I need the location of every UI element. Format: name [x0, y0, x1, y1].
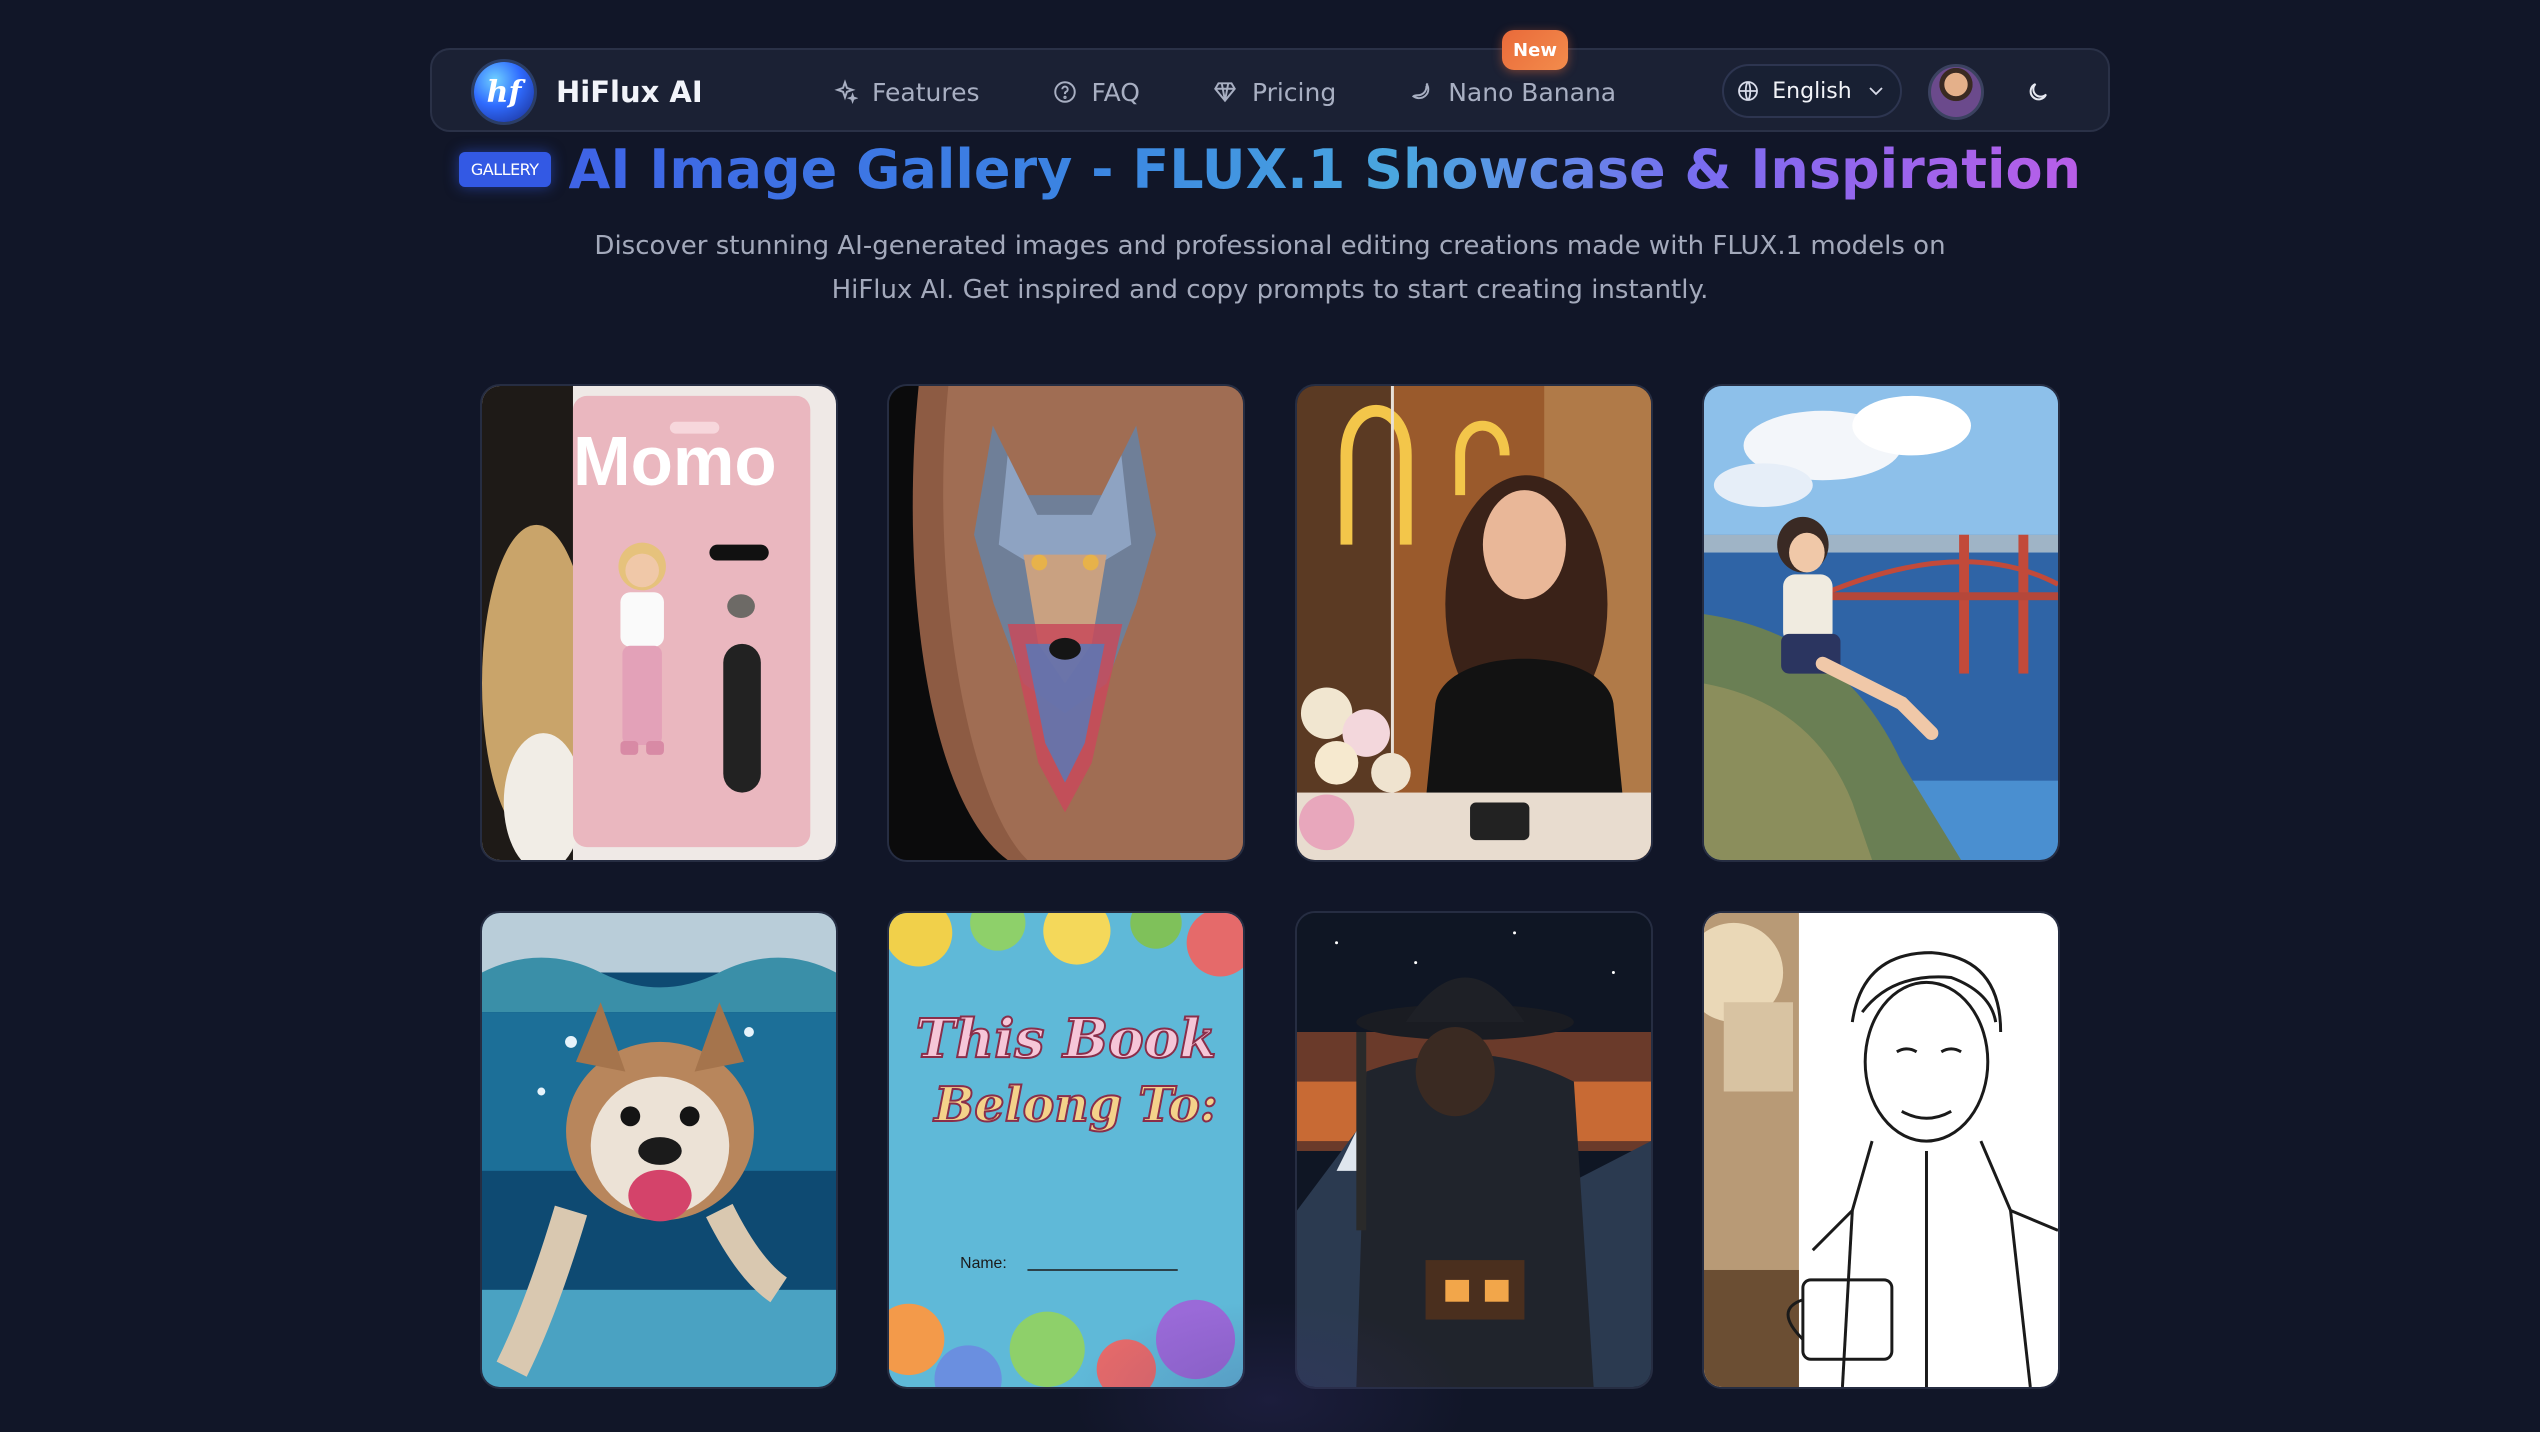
action-figure-image: Momo	[482, 386, 836, 860]
diamond-icon	[1213, 82, 1236, 103]
page-subtitle: Discover stunning AI-generated images an…	[560, 224, 1980, 312]
user-avatar[interactable]	[1928, 64, 1984, 120]
new-badge: New	[1502, 30, 1568, 70]
nav-features-label: Features	[872, 77, 980, 107]
language-selector[interactable]: English	[1722, 64, 1902, 118]
gallery-item-cafe-woman[interactable]	[1295, 384, 1653, 862]
hiflux-logo-icon: hf	[474, 62, 534, 122]
nav-pricing-label: Pricing	[1251, 77, 1337, 107]
hero-title-row: GALLERY AI Image Gallery - FLUX.1 Showca…	[0, 138, 2540, 201]
nav-nano-banana-label: Nano Banana	[1448, 77, 1617, 107]
theme-toggle-button[interactable]	[2018, 72, 2058, 112]
nav-faq-label: FAQ	[1091, 77, 1140, 107]
cafe-woman-image	[1297, 386, 1651, 860]
book-cover-name-label: Name:	[960, 1255, 1007, 1272]
nav-features-link[interactable]: Features	[832, 78, 980, 107]
top-navbar: hf HiFlux AI Features FAQ Pricing Nano B…	[430, 30, 2110, 132]
gallery-badge: GALLERY	[458, 152, 551, 187]
book-cover-title-1: This Book	[916, 1007, 1217, 1070]
gallery-item-cowboy[interactable]	[1295, 911, 1653, 1389]
gallery-item-coffee-sketch[interactable]	[1702, 911, 2060, 1389]
gallery-item-anime-bridge[interactable]	[1702, 384, 2060, 862]
cowboy-image	[1297, 913, 1651, 1387]
kids-book-cover-image: This Book Belong To: Name:	[889, 913, 1243, 1387]
book-cover-title-2: Belong To:	[932, 1077, 1217, 1133]
nav-pricing-link[interactable]: Pricing	[1212, 78, 1336, 107]
moon-icon	[2029, 83, 2047, 101]
subtitle-line-2: HiFlux AI. Get inspired and copy prompts…	[831, 275, 1709, 305]
wolf-tattoo-image	[889, 386, 1243, 860]
packaging-text: Momo	[573, 422, 777, 500]
page-title: AI Image Gallery - FLUX.1 Showcase & Ins…	[568, 138, 2082, 201]
gallery-item-wolf-tattoo[interactable]	[887, 384, 1245, 862]
sparkle-icon	[834, 79, 858, 105]
globe-icon	[1738, 81, 1759, 101]
gallery-item-action-figure[interactable]: Momo	[480, 384, 838, 862]
brand-name: HiFlux AI	[556, 75, 703, 109]
coffee-sketch-image	[1704, 913, 2058, 1387]
underwater-dog-image	[482, 913, 836, 1387]
nav-nano-banana-link[interactable]: Nano Banana	[1408, 78, 1616, 107]
gallery-item-kids-book-cover[interactable]: This Book Belong To: Name:	[887, 911, 1245, 1389]
gallery-item-underwater-dog[interactable]	[480, 911, 838, 1389]
chevron-down-icon	[1869, 87, 1883, 96]
brand-logo-link[interactable]: hf HiFlux AI	[474, 62, 703, 122]
language-label: English	[1772, 78, 1852, 104]
anime-bridge-image	[1704, 386, 2058, 860]
question-circle-icon	[1053, 81, 1076, 103]
nav-faq-link[interactable]: FAQ	[1052, 78, 1140, 107]
subtitle-line-1: Discover stunning AI-generated images an…	[594, 231, 1946, 261]
banana-icon	[1412, 82, 1430, 100]
